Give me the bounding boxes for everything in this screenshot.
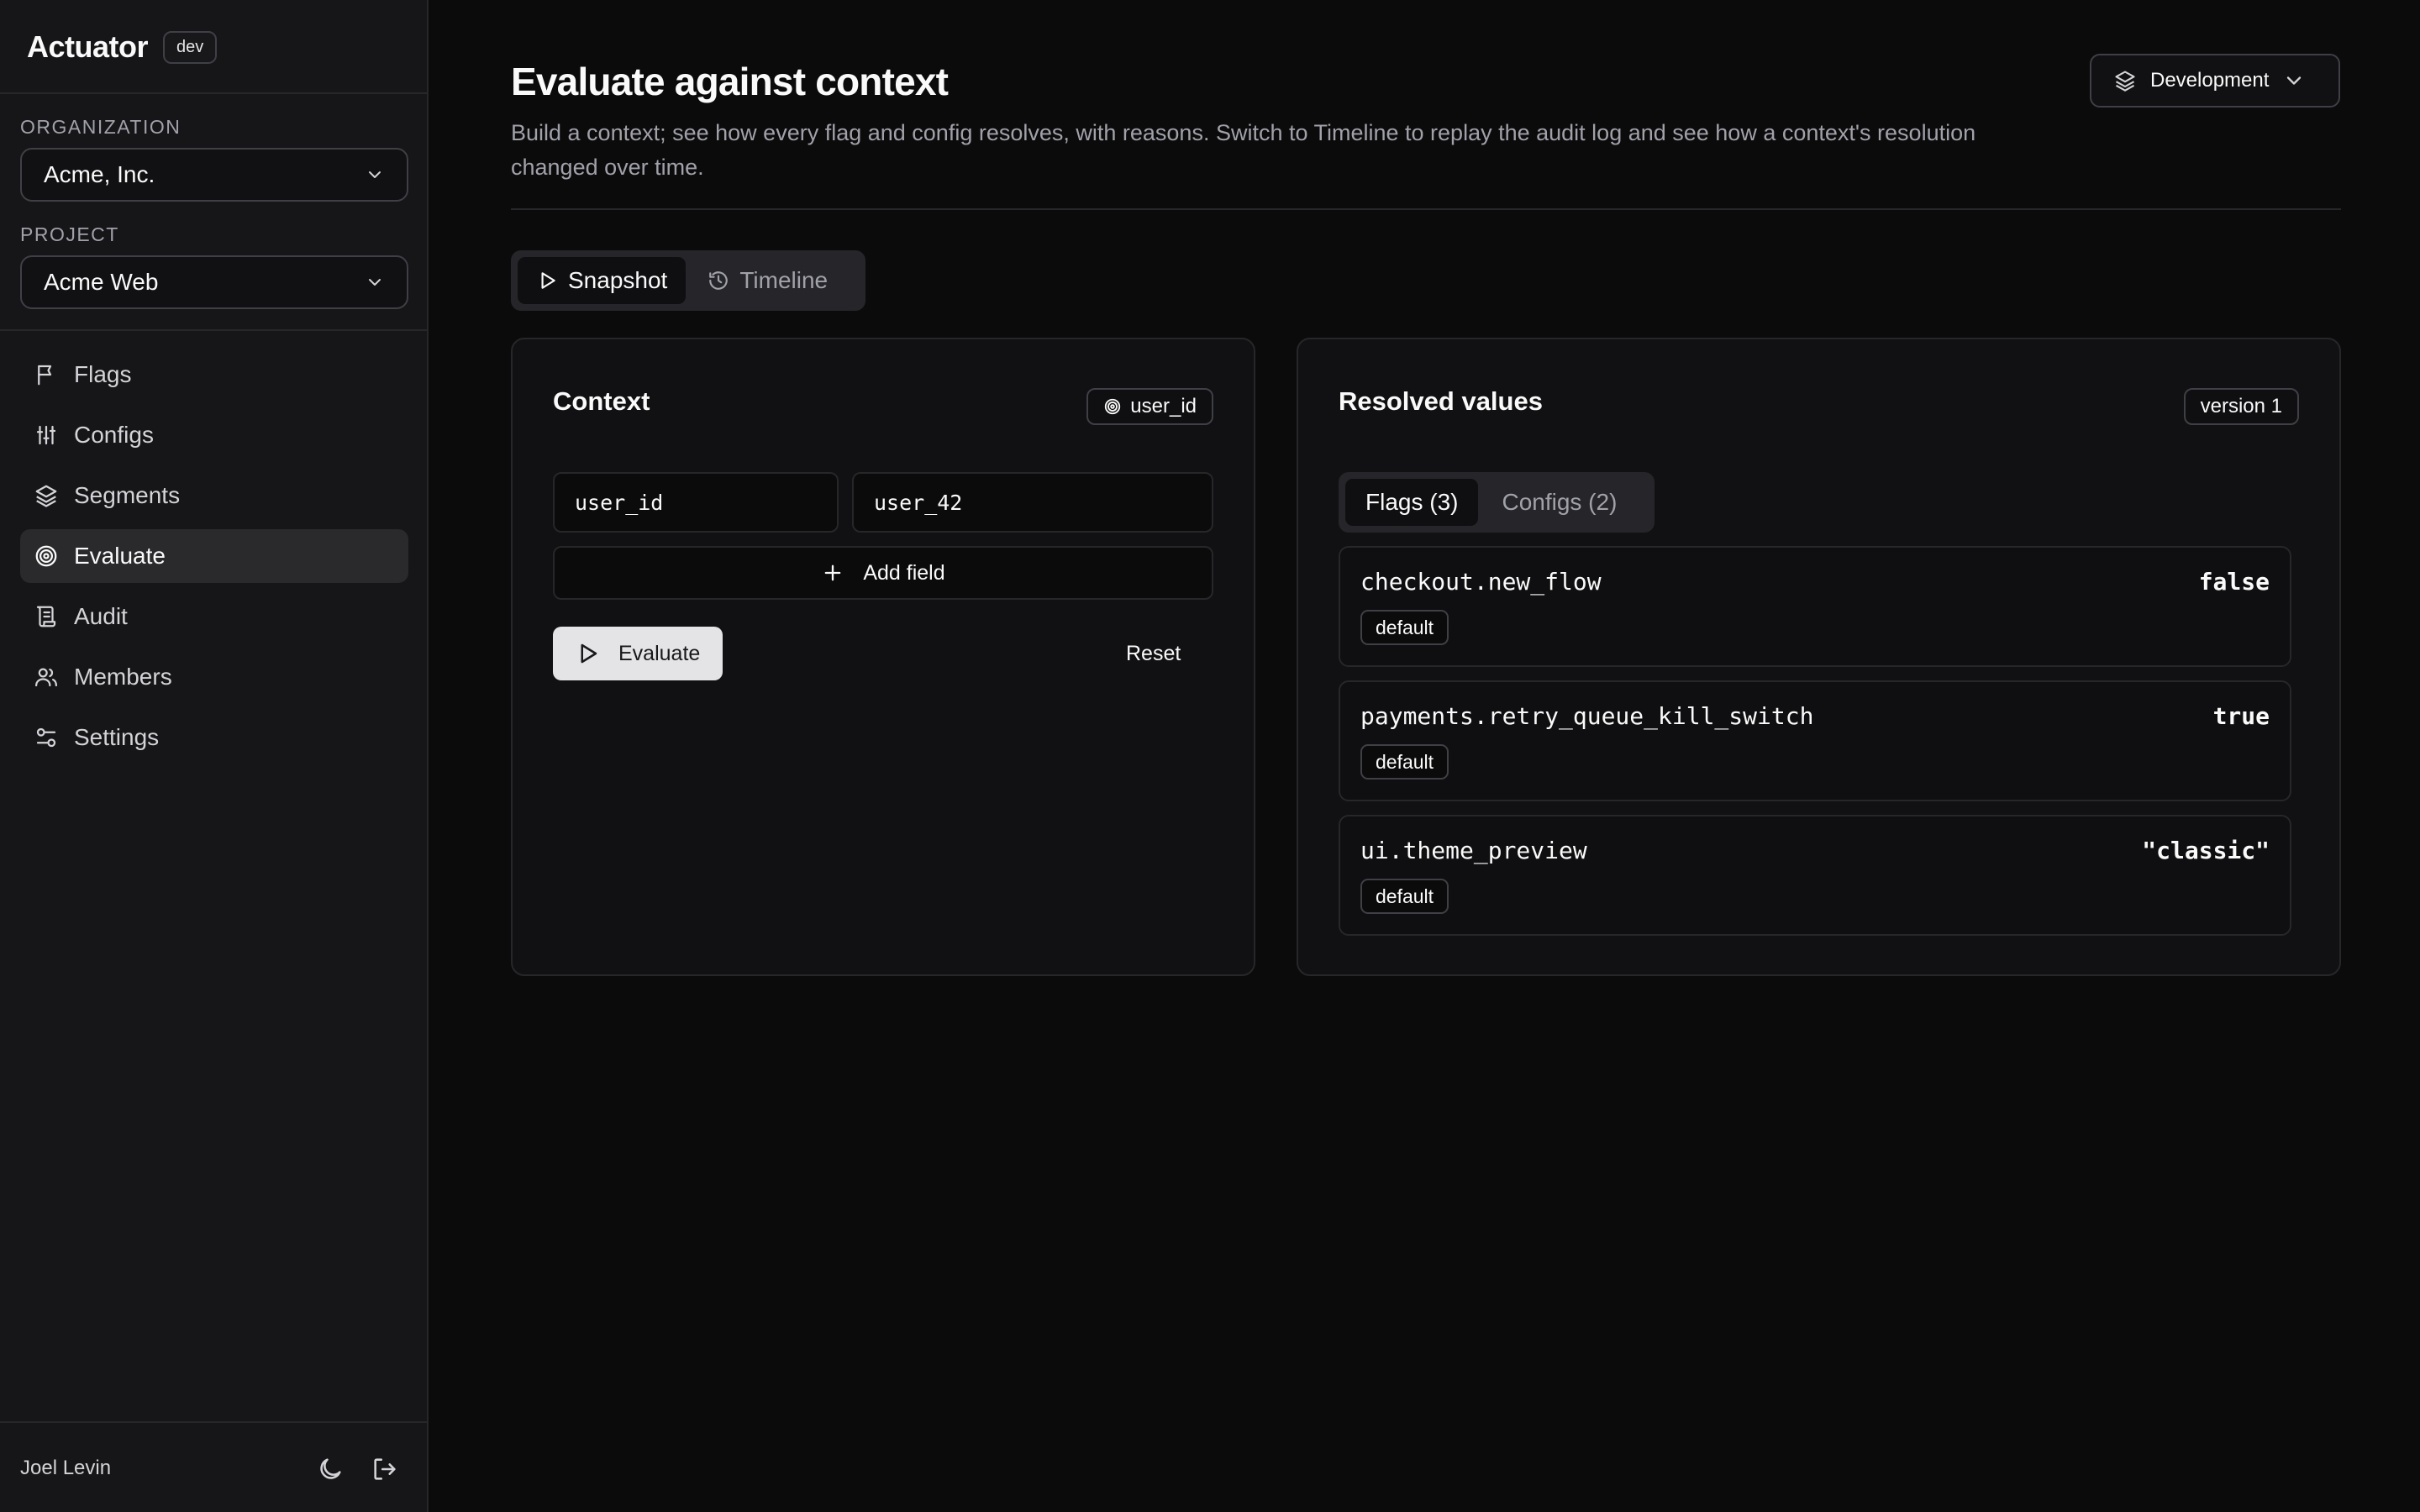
sidebar-item-configs[interactable]: Configs: [20, 408, 408, 462]
brand: Actuator dev: [27, 25, 218, 69]
tab-label: Configs (2): [1502, 489, 1618, 515]
flag-value: true: [2212, 702, 2270, 730]
target-icon: [1103, 397, 1122, 416]
context-card: Context user_id user_id user_42 Add fiel…: [511, 338, 1255, 976]
reset-button[interactable]: Reset: [1126, 627, 1181, 680]
sidebar-item-evaluate[interactable]: Evaluate: [20, 529, 408, 583]
history-icon: [708, 270, 729, 291]
chevron-down-icon: [2282, 69, 2306, 92]
add-field-label: Add field: [863, 560, 945, 585]
sidebar-item-label: Evaluate: [74, 543, 166, 569]
flag-value: "classic": [2142, 837, 2270, 864]
sidebar-item-label: Configs: [74, 422, 154, 448]
page-description: Build a context; see how every flag and …: [511, 120, 1976, 180]
flag-value: false: [2198, 568, 2270, 596]
settings-icon: [34, 725, 59, 750]
tab-label: Flags (3): [1365, 489, 1459, 515]
project-value: Acme Web: [44, 269, 159, 295]
context-key-badge: user_id: [1086, 388, 1213, 425]
flag-key: checkout.new_flow: [1360, 568, 1602, 596]
scroll-icon: [34, 604, 59, 629]
version-label: version 1: [2200, 395, 2282, 417]
tab-snapshot[interactable]: Snapshot: [518, 257, 687, 304]
resolved-title: Resolved values: [1339, 386, 1543, 416]
resolved-values-card: Resolved values version 1 Flags (3) Conf…: [1297, 338, 2341, 976]
sidebar-item-label: Flags: [74, 361, 132, 387]
env-badge: dev: [163, 30, 218, 64]
flag-key: payments.retry_queue_kill_switch: [1360, 702, 1814, 730]
resolved-tabs: Flags (3) Configs (2): [1339, 472, 1655, 533]
sidebar-nav: Flags Configs Segments Evaluate Audit Me…: [20, 348, 408, 771]
context-field-key[interactable]: user_id: [553, 472, 839, 533]
project-select[interactable]: Acme Web: [20, 255, 408, 309]
flag-icon: [34, 362, 59, 387]
play-icon: [536, 270, 558, 291]
logout-icon[interactable]: [371, 1455, 399, 1483]
sidebar-item-label: Segments: [74, 482, 181, 508]
context-key-label: user_id: [1130, 395, 1197, 417]
tab-label: Timeline: [739, 267, 829, 293]
layers-icon: [2113, 69, 2137, 92]
tab-timeline[interactable]: Timeline: [689, 257, 846, 304]
add-field-button[interactable]: Add field: [553, 546, 1213, 600]
sidebar-item-label: Settings: [74, 724, 160, 750]
sidebar-divider: [0, 92, 429, 94]
chevron-down-icon: [365, 272, 385, 292]
organization-label: ORGANIZATION: [20, 116, 182, 138]
list-item[interactable]: ui.theme_preview "classic" default: [1339, 815, 2291, 936]
reason-badge: default: [1360, 610, 1449, 645]
sidebar-item-flags[interactable]: Flags: [20, 348, 408, 402]
tab-flags[interactable]: Flags (3): [1345, 479, 1479, 526]
field-key-value: user_id: [575, 490, 664, 515]
reason-badge: default: [1360, 744, 1449, 780]
sidebar-item-label: Members: [74, 664, 172, 690]
moon-icon[interactable]: [316, 1455, 345, 1483]
organization-select[interactable]: Acme, Inc.: [20, 148, 408, 202]
sidebar-item-settings[interactable]: Settings: [20, 711, 408, 764]
reason-badge: default: [1360, 879, 1449, 914]
sidebar-footer: Joel Levin: [0, 1421, 429, 1512]
mode-tabs: Snapshot Timeline: [511, 250, 865, 311]
tab-configs[interactable]: Configs (2): [1481, 479, 1637, 526]
header-divider: [511, 208, 2341, 210]
app-name: Actuator: [27, 29, 149, 64]
organization-value: Acme, Inc.: [44, 161, 155, 187]
environment-value: Development: [2150, 69, 2270, 92]
reset-label: Reset: [1126, 641, 1181, 665]
chevron-down-icon: [365, 165, 385, 185]
evaluate-button[interactable]: Evaluate: [553, 627, 723, 680]
context-title: Context: [553, 386, 650, 416]
target-icon: [34, 543, 59, 569]
context-field-value[interactable]: user_42: [852, 472, 1213, 533]
version-badge: version 1: [2183, 388, 2299, 425]
flag-key: ui.theme_preview: [1360, 837, 1587, 864]
sidebar-item-segments[interactable]: Segments: [20, 469, 408, 522]
sidebar-divider: [0, 329, 429, 331]
play-icon: [575, 641, 600, 666]
environment-select[interactable]: Development: [2090, 54, 2340, 108]
sidebar-item-members[interactable]: Members: [20, 650, 408, 704]
evaluate-label: Evaluate: [618, 641, 701, 665]
sliders-icon: [34, 423, 59, 448]
sidebar: Actuator dev ORGANIZATION Acme, Inc. PRO…: [0, 0, 429, 1512]
tab-label: Snapshot: [568, 267, 668, 293]
page-title: Evaluate against context: [511, 60, 949, 103]
sidebar-item-audit[interactable]: Audit: [20, 590, 408, 643]
list-item[interactable]: payments.retry_queue_kill_switch true de…: [1339, 680, 2291, 801]
sidebar-item-label: Audit: [74, 603, 128, 629]
project-label: PROJECT: [20, 223, 119, 245]
user-name: Joel Levin: [20, 1457, 112, 1479]
list-item[interactable]: checkout.new_flow false default: [1339, 546, 2291, 667]
layers-icon: [34, 483, 59, 508]
users-icon: [34, 664, 59, 690]
plus-icon: [821, 561, 844, 585]
field-value-value: user_42: [874, 490, 963, 515]
